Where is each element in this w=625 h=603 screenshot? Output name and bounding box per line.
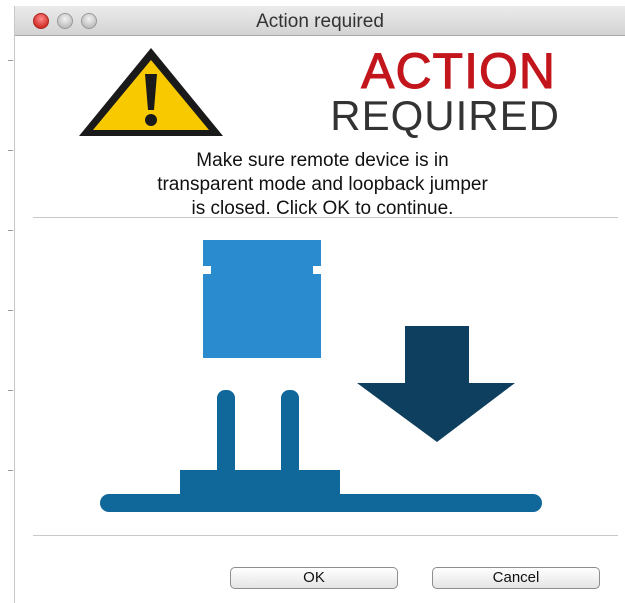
banner-line-action: ACTION — [361, 43, 556, 99]
message-line: transparent mode and loopback jumper — [157, 174, 488, 195]
jumper-cap-icon — [203, 240, 321, 358]
cancel-button[interactable]: Cancel — [432, 567, 600, 589]
action-required-dialog: Action required ACTION REQUIRED Make sur… — [14, 6, 625, 603]
arrow-down-icon — [357, 326, 515, 442]
banner-line-required: REQUIRED — [330, 92, 560, 139]
window-title: Action required — [256, 11, 384, 32]
ok-button[interactable]: OK — [230, 567, 398, 589]
background-window-edge — [0, 0, 14, 603]
top-divider — [33, 217, 618, 218]
bottom-divider — [33, 535, 618, 536]
warning-triangle-icon — [79, 48, 223, 136]
title-bar[interactable]: Action required — [15, 6, 625, 36]
message-line: Make sure remote device is in — [196, 150, 449, 171]
loopback-jumper-illustration — [100, 240, 542, 512]
instruction-message: Make sure remote device is in transparen… — [25, 149, 620, 221]
